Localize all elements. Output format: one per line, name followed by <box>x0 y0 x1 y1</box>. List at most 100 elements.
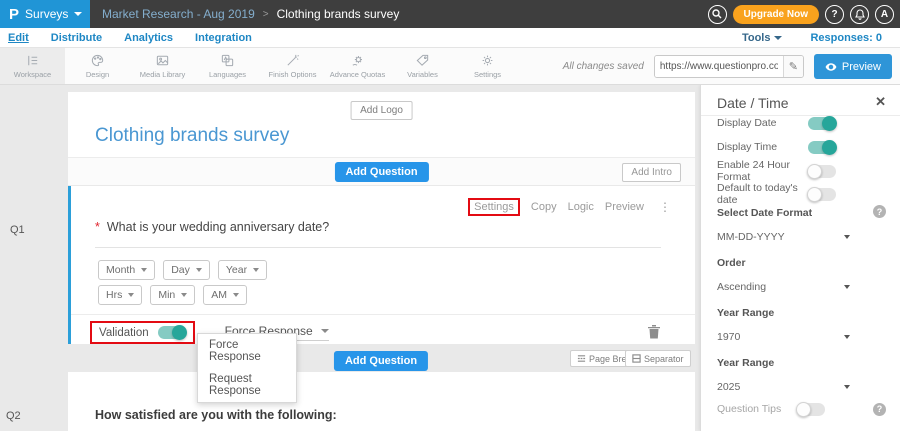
year-range-start-value: 1970 <box>717 331 740 343</box>
section-nav-right: Tools Responses: 0 <box>742 32 882 44</box>
toolbar-advance-quotas[interactable]: Advance Quotas <box>325 48 390 84</box>
tools-menu[interactable]: Tools <box>742 32 783 44</box>
chevron-down-icon <box>844 385 850 389</box>
toggle-knob <box>172 325 187 340</box>
year-select[interactable]: Year <box>218 260 267 280</box>
day-select-label: Day <box>171 264 190 276</box>
responses-count[interactable]: Responses: 0 <box>810 32 882 44</box>
hours-select[interactable]: Hrs <box>98 285 142 305</box>
question-text-q1[interactable]: *What is your wedding anniversary date? <box>95 220 661 248</box>
survey-url-input[interactable] <box>655 56 783 77</box>
chevron-down-icon <box>321 329 329 333</box>
add-intro-button[interactable]: Add Intro <box>622 163 681 182</box>
breadcrumb-separator: > <box>263 9 269 20</box>
order-select[interactable]: Ascending <box>717 281 850 293</box>
survey-header-footer: Add Question Add Intro <box>68 157 695 185</box>
tab-edit[interactable]: Edit <box>8 32 29 44</box>
display-date-toggle[interactable] <box>808 117 836 130</box>
year-range-start-select[interactable]: 1970 <box>717 331 850 343</box>
delete-question-button[interactable] <box>647 324 661 344</box>
surveys-menu-label: Surveys <box>25 7 68 21</box>
year-range-end-select[interactable]: 2025 <box>717 381 850 393</box>
question-logic-link[interactable]: Logic <box>568 201 594 213</box>
magic-wand-icon <box>285 53 300 68</box>
setting-label: Default to today's date <box>717 182 808 206</box>
ampm-select[interactable]: AM <box>203 285 247 305</box>
kebab-menu-icon[interactable]: ⋮ <box>659 200 671 214</box>
toolbar-media-library[interactable]: Media Library <box>130 48 195 84</box>
setting-question-tips: Question Tips ? <box>717 401 886 417</box>
image-icon <box>155 53 170 68</box>
required-asterisk: * <box>95 220 100 234</box>
toolbar-label: Advance Quotas <box>330 70 385 79</box>
day-select[interactable]: Day <box>163 260 210 280</box>
toolbar-label: Finish Options <box>269 70 317 79</box>
topbar-actions: Upgrade Now ? A <box>708 0 894 28</box>
upgrade-now-button[interactable]: Upgrade Now <box>733 5 819 24</box>
month-select[interactable]: Month <box>98 260 155 280</box>
tab-distribute[interactable]: Distribute <box>51 32 102 44</box>
top-bar: P Surveys Market Research - Aug 2019 > C… <box>0 0 900 28</box>
notifications-button[interactable] <box>850 5 869 24</box>
order-label: Order <box>717 257 746 269</box>
chevron-down-icon <box>844 285 850 289</box>
account-avatar[interactable]: A <box>875 5 894 24</box>
chevron-down-icon <box>844 335 850 339</box>
preview-button[interactable]: Preview <box>814 54 892 79</box>
tag-icon <box>415 53 430 68</box>
add-logo-button[interactable]: Add Logo <box>350 101 413 120</box>
save-status: All changes saved <box>563 61 644 72</box>
setting-label: Display Date <box>717 117 777 129</box>
toolbar-settings[interactable]: Settings <box>455 48 520 84</box>
help-button[interactable]: ? <box>825 5 844 24</box>
toggle-knob <box>807 187 822 202</box>
date-time-settings-panel: Date / Time ✕ Display Date Display Time … <box>700 85 900 431</box>
date-format-select[interactable]: MM-DD-YYYY <box>717 231 850 243</box>
question-preview-link[interactable]: Preview <box>605 201 644 213</box>
question-copy-link[interactable]: Copy <box>531 201 557 213</box>
toolbar-workspace[interactable]: Workspace <box>0 48 65 84</box>
chevron-down-icon <box>844 235 850 239</box>
close-icon[interactable]: ✕ <box>875 94 886 110</box>
date-format-value: MM-DD-YYYY <box>717 231 785 243</box>
default-today-toggle[interactable] <box>808 188 836 201</box>
surveys-menu[interactable]: P Surveys <box>0 0 90 28</box>
add-question-button-middle[interactable]: Add Question <box>334 351 428 371</box>
toolbar-label: Languages <box>209 70 246 79</box>
tab-integration[interactable]: Integration <box>195 32 252 44</box>
avatar-initial: A <box>881 9 888 20</box>
validation-toggle[interactable] <box>158 326 186 339</box>
add-question-button-top[interactable]: Add Question <box>334 162 428 182</box>
year-select-label: Year <box>226 264 247 276</box>
enable-24-hour-toggle[interactable] <box>808 165 836 178</box>
question-mark-icon: ? <box>831 9 837 20</box>
help-icon[interactable]: ? <box>873 205 886 218</box>
toolbar-design[interactable]: Design <box>65 48 130 84</box>
toolbar-label: Settings <box>474 70 501 79</box>
question-tips-toggle[interactable] <box>797 403 825 416</box>
breadcrumb-folder[interactable]: Market Research - Aug 2019 <box>102 7 255 21</box>
menu-item-force-response[interactable]: Force Response <box>198 334 296 368</box>
toolbar-variables[interactable]: Variables <box>390 48 455 84</box>
display-time-toggle[interactable] <box>808 141 836 154</box>
edit-url-icon[interactable]: ✎ <box>783 56 803 77</box>
app-root: P Surveys Market Research - Aug 2019 > C… <box>0 0 900 431</box>
search-button[interactable] <box>708 5 727 24</box>
question-number-q1: Q1 <box>10 224 25 236</box>
toolbar-languages[interactable]: Languages <box>195 48 260 84</box>
tab-analytics[interactable]: Analytics <box>124 32 173 44</box>
question-text-q2[interactable]: How satisfied are you with the following… <box>95 408 337 422</box>
setting-display-time: Display Time <box>717 139 884 155</box>
toolbar-finish-options[interactable]: Finish Options <box>260 48 325 84</box>
minutes-select[interactable]: Min <box>150 285 195 305</box>
survey-title[interactable]: Clothing brands survey <box>95 125 289 147</box>
menu-item-request-response[interactable]: Request Response <box>198 368 296 402</box>
gear-icon <box>480 53 495 68</box>
help-icon[interactable]: ? <box>873 403 886 416</box>
chevron-down-icon <box>128 293 134 297</box>
question-card-q1: Settings Copy Logic Preview ⋮ *What is y… <box>68 186 695 344</box>
separator-icon <box>632 354 641 363</box>
hours-select-label: Hrs <box>106 289 122 301</box>
question-settings-link[interactable]: Settings <box>468 198 520 216</box>
separator-button[interactable]: Separator <box>625 350 691 367</box>
